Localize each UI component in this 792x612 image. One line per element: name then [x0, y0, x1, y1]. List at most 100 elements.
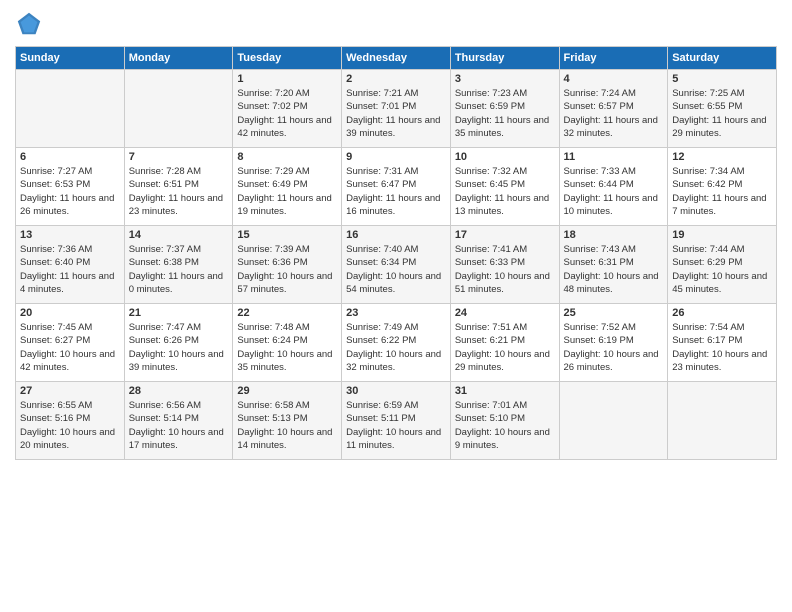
logo-icon: [15, 10, 43, 38]
day-info: Sunrise: 7:24 AM Sunset: 6:57 PM Dayligh…: [564, 87, 664, 140]
day-cell: 29 Sunrise: 6:58 AM Sunset: 5:13 PM Dayli…: [233, 382, 342, 460]
day-cell: 10Sunrise: 7:32 AM Sunset: 6:45 PM Dayli…: [450, 148, 559, 226]
week-row-1: 1 Sunrise: 7:20 AM Sunset: 7:02 PM Daylig…: [16, 70, 777, 148]
day-info: Sunrise: 7:44 AM Sunset: 6:29 PM Dayligh…: [672, 243, 772, 296]
day-info: Sunrise: 7:54 AM Sunset: 6:17 PM Dayligh…: [672, 321, 772, 374]
day-number: 26: [672, 307, 772, 319]
day-number: 3: [455, 73, 555, 85]
day-cell: 17 Sunrise: 7:41 AM Sunset: 6:33 PM Dayli…: [450, 226, 559, 304]
day-number: 10: [455, 151, 555, 163]
day-info: Sunrise: 7:01 AM Sunset: 5:10 PM Dayligh…: [455, 399, 555, 452]
day-cell: 20Sunrise: 7:45 AM Sunset: 6:27 PM Dayli…: [16, 304, 125, 382]
day-header-thursday: Thursday: [450, 47, 559, 70]
day-cell: 27 Sunrise: 6:55 AM Sunset: 5:16 PM Dayli…: [16, 382, 125, 460]
day-number: 27: [20, 385, 120, 397]
day-number: 13: [20, 229, 120, 241]
day-cell: 25 Sunrise: 7:52 AM Sunset: 6:19 PM Dayli…: [559, 304, 668, 382]
day-info: Sunrise: 6:59 AM Sunset: 5:11 PM Dayligh…: [346, 399, 446, 452]
day-number: 29: [237, 385, 337, 397]
week-row-5: 27 Sunrise: 6:55 AM Sunset: 5:16 PM Dayli…: [16, 382, 777, 460]
day-number: 11: [564, 151, 664, 163]
day-number: 5: [672, 73, 772, 85]
day-info: Sunrise: 7:20 AM Sunset: 7:02 PM Dayligh…: [237, 87, 337, 140]
day-cell: 18 Sunrise: 7:43 AM Sunset: 6:31 PM Dayli…: [559, 226, 668, 304]
day-info: Sunrise: 7:34 AM Sunset: 6:42 PM Dayligh…: [672, 165, 772, 218]
week-row-4: 20Sunrise: 7:45 AM Sunset: 6:27 PM Dayli…: [16, 304, 777, 382]
page: SundayMondayTuesdayWednesdayThursdayFrid…: [0, 0, 792, 612]
day-cell: [668, 382, 777, 460]
day-info: Sunrise: 7:31 AM Sunset: 6:47 PM Dayligh…: [346, 165, 446, 218]
day-number: 18: [564, 229, 664, 241]
day-cell: 12 Sunrise: 7:34 AM Sunset: 6:42 PM Dayli…: [668, 148, 777, 226]
day-number: 16: [346, 229, 446, 241]
day-info: Sunrise: 7:36 AM Sunset: 6:40 PM Dayligh…: [20, 243, 120, 296]
day-number: 25: [564, 307, 664, 319]
day-number: 14: [129, 229, 229, 241]
day-cell: [124, 70, 233, 148]
day-number: 15: [237, 229, 337, 241]
week-row-2: 6Sunrise: 7:27 AM Sunset: 6:53 PM Daylig…: [16, 148, 777, 226]
header: [15, 10, 777, 38]
day-number: 30: [346, 385, 446, 397]
day-cell: [16, 70, 125, 148]
day-info: Sunrise: 6:56 AM Sunset: 5:14 PM Dayligh…: [129, 399, 229, 452]
day-info: Sunrise: 6:58 AM Sunset: 5:13 PM Dayligh…: [237, 399, 337, 452]
day-cell: 3 Sunrise: 7:23 AM Sunset: 6:59 PM Daylig…: [450, 70, 559, 148]
day-number: 12: [672, 151, 772, 163]
day-info: Sunrise: 7:52 AM Sunset: 6:19 PM Dayligh…: [564, 321, 664, 374]
day-number: 7: [129, 151, 229, 163]
day-cell: 6Sunrise: 7:27 AM Sunset: 6:53 PM Daylig…: [16, 148, 125, 226]
day-number: 9: [346, 151, 446, 163]
day-info: Sunrise: 7:28 AM Sunset: 6:51 PM Dayligh…: [129, 165, 229, 218]
day-info: Sunrise: 7:48 AM Sunset: 6:24 PM Dayligh…: [237, 321, 337, 374]
day-cell: 23 Sunrise: 7:49 AM Sunset: 6:22 PM Dayli…: [342, 304, 451, 382]
day-cell: 16 Sunrise: 7:40 AM Sunset: 6:34 PM Dayli…: [342, 226, 451, 304]
day-info: Sunrise: 6:55 AM Sunset: 5:16 PM Dayligh…: [20, 399, 120, 452]
day-number: 19: [672, 229, 772, 241]
day-cell: 4 Sunrise: 7:24 AM Sunset: 6:57 PM Daylig…: [559, 70, 668, 148]
day-header-saturday: Saturday: [668, 47, 777, 70]
day-cell: 7 Sunrise: 7:28 AM Sunset: 6:51 PM Daylig…: [124, 148, 233, 226]
header-row: SundayMondayTuesdayWednesdayThursdayFrid…: [16, 47, 777, 70]
day-info: Sunrise: 7:23 AM Sunset: 6:59 PM Dayligh…: [455, 87, 555, 140]
day-cell: 5 Sunrise: 7:25 AM Sunset: 6:55 PM Daylig…: [668, 70, 777, 148]
logo: [15, 10, 47, 38]
day-cell: 11Sunrise: 7:33 AM Sunset: 6:44 PM Dayli…: [559, 148, 668, 226]
day-info: Sunrise: 7:49 AM Sunset: 6:22 PM Dayligh…: [346, 321, 446, 374]
day-cell: 14 Sunrise: 7:37 AM Sunset: 6:38 PM Dayli…: [124, 226, 233, 304]
day-cell: [559, 382, 668, 460]
day-cell: 28 Sunrise: 6:56 AM Sunset: 5:14 PM Dayli…: [124, 382, 233, 460]
day-info: Sunrise: 7:39 AM Sunset: 6:36 PM Dayligh…: [237, 243, 337, 296]
day-number: 1: [237, 73, 337, 85]
day-cell: 1 Sunrise: 7:20 AM Sunset: 7:02 PM Daylig…: [233, 70, 342, 148]
day-info: Sunrise: 7:37 AM Sunset: 6:38 PM Dayligh…: [129, 243, 229, 296]
day-number: 23: [346, 307, 446, 319]
day-cell: 30 Sunrise: 6:59 AM Sunset: 5:11 PM Dayli…: [342, 382, 451, 460]
day-number: 28: [129, 385, 229, 397]
calendar-table: SundayMondayTuesdayWednesdayThursdayFrid…: [15, 46, 777, 460]
day-info: Sunrise: 7:41 AM Sunset: 6:33 PM Dayligh…: [455, 243, 555, 296]
day-info: Sunrise: 7:29 AM Sunset: 6:49 PM Dayligh…: [237, 165, 337, 218]
day-header-tuesday: Tuesday: [233, 47, 342, 70]
day-number: 17: [455, 229, 555, 241]
day-header-friday: Friday: [559, 47, 668, 70]
day-cell: 15 Sunrise: 7:39 AM Sunset: 6:36 PM Dayli…: [233, 226, 342, 304]
day-cell: 31 Sunrise: 7:01 AM Sunset: 5:10 PM Dayli…: [450, 382, 559, 460]
day-number: 31: [455, 385, 555, 397]
day-info: Sunrise: 7:25 AM Sunset: 6:55 PM Dayligh…: [672, 87, 772, 140]
day-cell: 21Sunrise: 7:47 AM Sunset: 6:26 PM Dayli…: [124, 304, 233, 382]
day-info: Sunrise: 7:21 AM Sunset: 7:01 PM Dayligh…: [346, 87, 446, 140]
day-header-wednesday: Wednesday: [342, 47, 451, 70]
day-info: Sunrise: 7:40 AM Sunset: 6:34 PM Dayligh…: [346, 243, 446, 296]
day-number: 4: [564, 73, 664, 85]
day-number: 8: [237, 151, 337, 163]
day-info: Sunrise: 7:43 AM Sunset: 6:31 PM Dayligh…: [564, 243, 664, 296]
day-cell: 26 Sunrise: 7:54 AM Sunset: 6:17 PM Dayli…: [668, 304, 777, 382]
day-info: Sunrise: 7:51 AM Sunset: 6:21 PM Dayligh…: [455, 321, 555, 374]
day-header-sunday: Sunday: [16, 47, 125, 70]
day-number: 22: [237, 307, 337, 319]
day-number: 6: [20, 151, 120, 163]
day-info: Sunrise: 7:47 AM Sunset: 6:26 PM Dayligh…: [129, 321, 229, 374]
week-row-3: 13 Sunrise: 7:36 AM Sunset: 6:40 PM Dayli…: [16, 226, 777, 304]
day-info: Sunrise: 7:45 AM Sunset: 6:27 PM Dayligh…: [20, 321, 120, 374]
